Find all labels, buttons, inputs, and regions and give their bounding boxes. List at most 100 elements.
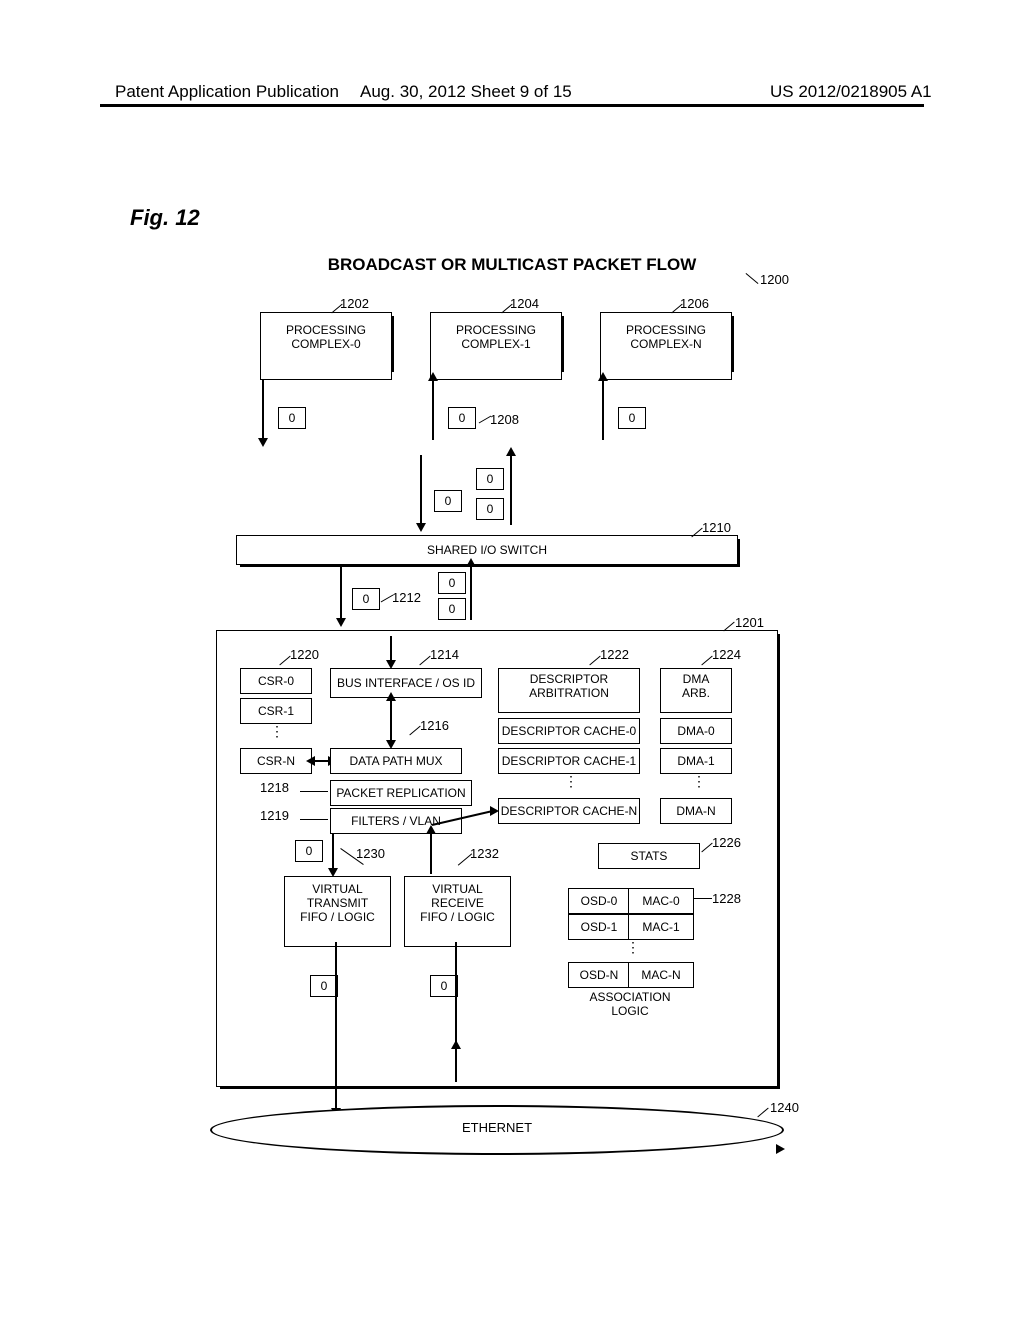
arrow [262, 380, 264, 440]
arrow [430, 832, 432, 874]
packet-icon: 0 [278, 407, 306, 429]
arrowhead-up-icon [386, 692, 396, 701]
dma-arb: DMA ARB. [660, 668, 732, 713]
packet-icon: 0 [430, 975, 458, 997]
ethernet-cloud: ETHERNET [210, 1105, 784, 1155]
arrow [470, 565, 472, 620]
lead-1228 [694, 898, 712, 899]
ref-1226: 1226 [712, 835, 741, 850]
arrowhead-up-icon [466, 558, 476, 567]
ref-1212: 1212 [392, 590, 421, 605]
arrow [335, 942, 337, 1112]
ref-1208: 1208 [490, 412, 519, 427]
descriptor-cache-0: DESCRIPTOR CACHE-0 [498, 718, 640, 744]
osd-n: OSD-N [568, 962, 629, 988]
arrowhead-up-icon [451, 1040, 461, 1049]
lead-1218 [300, 791, 328, 792]
arrowhead-down-icon [336, 618, 346, 627]
packet-replication: PACKET REPLICATION [330, 780, 472, 806]
virtual-transmit-fifo: VIRTUAL TRANSMIT FIFO / LOGIC [284, 876, 391, 947]
arrowhead-right-icon [490, 806, 499, 816]
arrow [602, 380, 604, 440]
ref-1228: 1228 [712, 891, 741, 906]
arrow [390, 698, 392, 744]
header-left: Patent Application Publication [115, 82, 339, 102]
figure-label: Fig. 12 [130, 205, 200, 231]
packet-icon: 0 [438, 598, 466, 620]
vdots-icon: ⋮ [270, 728, 284, 734]
lead-1240 [757, 1108, 768, 1118]
vdots-icon: ⋮ [692, 778, 706, 784]
arrow [455, 942, 457, 1082]
header-mid: Aug. 30, 2012 Sheet 9 of 15 [360, 82, 572, 102]
mac-n: MAC-N [628, 962, 694, 988]
arrowhead-down-icon [386, 660, 396, 669]
ref-1219: 1219 [260, 808, 289, 823]
descriptor-arbitration: DESCRIPTOR ARBITRATION [498, 668, 640, 713]
packet-icon: 0 [476, 498, 504, 520]
arrowhead-up-icon [426, 825, 436, 834]
arrowhead-up-icon [428, 372, 438, 381]
arrow [432, 380, 434, 440]
ref-1222: 1222 [600, 647, 629, 662]
ref-1206: 1206 [680, 296, 709, 311]
ref-1210: 1210 [702, 520, 731, 535]
packet-icon: 0 [618, 407, 646, 429]
ref-1204: 1204 [510, 296, 539, 311]
mac-0: MAC-0 [628, 888, 694, 914]
packet-icon: 0 [448, 407, 476, 429]
mac-1: MAC-1 [628, 914, 694, 940]
vdots-icon: ⋮ [626, 944, 640, 950]
ref-1232: 1232 [470, 846, 499, 861]
arrowhead-up-icon [598, 372, 608, 381]
processing-complex-n: PROCESSING COMPLEX-N [600, 312, 732, 380]
osd-0: OSD-0 [568, 888, 629, 914]
arrowhead-down-icon [416, 523, 426, 532]
arrowhead-down-icon [328, 868, 338, 877]
packet-icon: 0 [476, 468, 504, 490]
osd-1: OSD-1 [568, 914, 629, 940]
header-rule [100, 104, 924, 107]
stats: STATS [598, 843, 700, 869]
arrowhead-up-icon [506, 447, 516, 456]
page: Patent Application Publication Aug. 30, … [0, 0, 1024, 1320]
ref-1214: 1214 [430, 647, 459, 662]
dma-n: DMA-N [660, 798, 732, 824]
dma-1: DMA-1 [660, 748, 732, 774]
packet-icon: 0 [310, 975, 338, 997]
packet-icon: 0 [434, 490, 462, 512]
ref-1201: 1201 [735, 615, 764, 630]
ref-1200: 1200 [760, 272, 789, 287]
csr-n: CSR-N [240, 748, 312, 774]
arrowhead-right-icon [776, 1144, 785, 1154]
csr-1: CSR-1 [240, 698, 312, 724]
packet-icon: 0 [295, 840, 323, 862]
bus-interface: BUS INTERFACE / OS ID [330, 668, 482, 698]
processing-complex-0: PROCESSING COMPLEX-0 [260, 312, 392, 380]
dma-0: DMA-0 [660, 718, 732, 744]
virtual-receive-fifo: VIRTUAL RECEIVE FIFO / LOGIC [404, 876, 511, 947]
packet-icon: 0 [438, 572, 466, 594]
ref-1218: 1218 [260, 780, 289, 795]
arrow [510, 455, 512, 525]
data-path-mux: DATA PATH MUX [330, 748, 462, 774]
arrow [340, 565, 342, 620]
processing-complex-1: PROCESSING COMPLEX-1 [430, 312, 562, 380]
lead-1219 [300, 819, 328, 820]
arrow [420, 455, 422, 525]
ref-1224: 1224 [712, 647, 741, 662]
diagram-title: BROADCAST OR MULTICAST PACKET FLOW [0, 255, 1024, 275]
descriptor-cache-n: DESCRIPTOR CACHE-N [498, 798, 640, 824]
header-right: US 2012/0218905 A1 [770, 82, 932, 102]
ref-1230: 1230 [356, 846, 385, 861]
vdots-icon: ⋮ [564, 778, 578, 784]
shared-io-switch: SHARED I/O SWITCH [236, 535, 738, 565]
ethernet-label: ETHERNET [212, 1120, 782, 1135]
packet-icon: 0 [352, 588, 380, 610]
csr-0: CSR-0 [240, 668, 312, 694]
ref-1216: 1216 [420, 718, 449, 733]
arrowhead-left-icon [306, 756, 315, 766]
arrowhead-down-icon [258, 438, 268, 447]
ref-1240: 1240 [770, 1100, 799, 1115]
ref-1202: 1202 [340, 296, 369, 311]
